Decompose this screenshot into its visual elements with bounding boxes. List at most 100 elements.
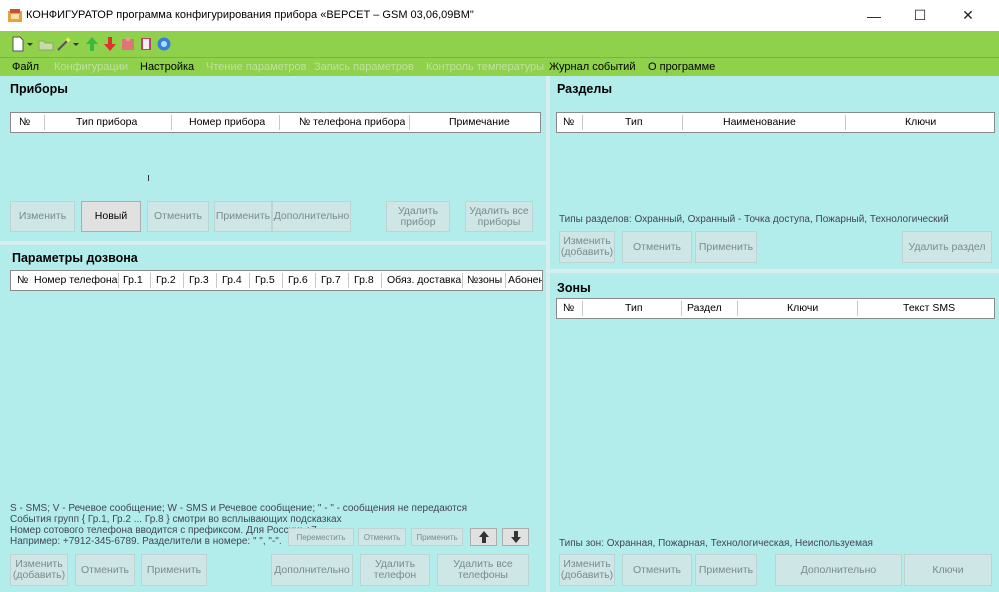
sections-panel: Разделы № Тип Наименование Ключи Типы ра… — [550, 76, 999, 269]
sections-apply-button[interactable]: Применить — [695, 231, 757, 263]
zones-table-header: № Тип Раздел Ключи Текст SMS — [556, 298, 995, 319]
minimize-button[interactable]: — — [851, 0, 897, 31]
menu-temperature-control[interactable]: Контроль температуры — [420, 58, 550, 76]
devices-apply-button[interactable]: Применить — [214, 201, 272, 232]
dial-panel: Параметры дозвона № Номер телефона Гр.1 … — [0, 245, 546, 592]
close-icon: ✕ — [962, 7, 974, 23]
col-number: № — [563, 116, 575, 128]
col-group-1: Гр.1 — [123, 274, 143, 286]
menu-settings[interactable]: Настройка — [134, 58, 200, 76]
dropdown-arrow-2-icon[interactable] — [72, 36, 80, 52]
col-keys: Ключи — [787, 302, 819, 314]
devices-cancel-button[interactable]: Отменить — [147, 201, 209, 232]
menu-bar: Файл Конфигурации Настройка Чтение парам… — [0, 58, 999, 76]
close-button[interactable]: ✕ — [945, 0, 991, 31]
minimize-icon: — — [867, 7, 881, 24]
arrow-up-icon — [478, 531, 489, 543]
menu-read-parameters[interactable]: Чтение параметров — [200, 58, 313, 76]
dial-apply-button[interactable]: Применить — [141, 554, 207, 586]
legend-line-1: S - SMS; V - Речевое сообщение; W - SMS … — [10, 503, 467, 514]
dropdown-arrow-icon[interactable] — [26, 36, 34, 52]
menu-write-parameters[interactable]: Запись параметров — [308, 58, 420, 76]
delete-section-button[interactable]: Удалить раздел — [902, 231, 992, 263]
devices-panel: Приборы № Тип прибора Номер прибора № те… — [0, 76, 546, 241]
col-phone-number: Номер телефона — [34, 274, 118, 286]
devices-edit-button[interactable]: Изменить — [10, 201, 75, 232]
zones-keys-button[interactable]: Ключи — [904, 554, 992, 586]
dial-cancel-button[interactable]: Отменить — [75, 554, 135, 586]
info-globe-icon[interactable] — [156, 36, 172, 52]
puzzle-icon[interactable] — [120, 36, 136, 52]
dial-table-header: № Номер телефона Гр.1 Гр.2 Гр.3 Гр.4 Гр.… — [10, 270, 543, 291]
col-group-4: Гр.4 — [222, 274, 242, 286]
devices-new-button[interactable]: Новый — [81, 201, 141, 232]
text-cursor — [148, 175, 149, 181]
dial-title: Параметры дозвона — [12, 251, 138, 265]
open-folder-icon[interactable] — [38, 36, 54, 52]
window-title: КОНФИГУРАТОР программа конфигурирования … — [26, 9, 474, 21]
menu-file[interactable]: Файл — [6, 58, 45, 76]
col-name: Наименование — [723, 116, 796, 128]
wand-icon[interactable] — [56, 36, 72, 52]
col-note: Примечание — [449, 116, 510, 128]
col-device-type: Тип прибора — [76, 116, 138, 128]
arrow-down-icon — [510, 531, 521, 543]
col-subscriber: Абонент — [508, 274, 542, 286]
legend-line-4: Например: +7912-345-6789. Разделители в … — [10, 536, 282, 547]
zones-cancel-button[interactable]: Отменить — [622, 554, 692, 586]
zones-more-button[interactable]: Дополнительно — [775, 554, 902, 586]
col-group-3: Гр.3 — [189, 274, 209, 286]
sections-table-header: № Тип Наименование Ключи — [556, 112, 995, 133]
download-arrow-icon[interactable] — [102, 36, 118, 52]
dial-small-cancel-button[interactable]: Отменить — [358, 528, 406, 546]
zones-title: Зоны — [557, 281, 591, 295]
col-type: Тип — [625, 302, 643, 314]
col-group-8: Гр.8 — [354, 274, 374, 286]
maximize-button[interactable]: ☐ — [897, 0, 943, 31]
menu-event-log[interactable]: Журнал событий — [543, 58, 641, 76]
col-number: № — [17, 274, 29, 286]
devices-table-header: № Тип прибора Номер прибора № телефона п… — [10, 112, 541, 133]
move-down-button[interactable] — [502, 528, 529, 546]
delete-all-phones-button[interactable]: Удалить все телефоны — [437, 554, 529, 586]
col-number: № — [563, 302, 575, 314]
upload-arrow-icon[interactable] — [84, 36, 100, 52]
sections-cancel-button[interactable]: Отменить — [622, 231, 692, 263]
devices-more-button[interactable]: Дополнительно — [272, 201, 351, 232]
delete-phone-button[interactable]: Удалить телефон — [360, 554, 430, 586]
menu-configurations[interactable]: Конфигурации — [48, 58, 134, 76]
col-device-number: Номер прибора — [189, 116, 266, 128]
col-delivery: Обяз. доставка — [387, 274, 462, 286]
sections-title: Разделы — [557, 82, 612, 96]
maximize-icon: ☐ — [913, 7, 927, 23]
col-number: № — [19, 116, 31, 128]
book-icon[interactable] — [138, 36, 154, 52]
col-device-phone: № телефона прибора — [299, 116, 406, 128]
zone-types-note: Типы зон: Охранная, Пожарная, Технологич… — [559, 538, 873, 549]
dial-edit-button[interactable]: Изменить (добавить) — [10, 554, 68, 586]
app-window: КОНФИГУРАТОР программа конфигурирования … — [0, 0, 999, 592]
legend-line-2: События групп { Гр.1, Гр.2 ... Гр.8 } см… — [10, 514, 342, 525]
legend-line-3: Номер сотового телефона вводится с префи… — [10, 525, 320, 536]
zones-apply-button[interactable]: Применить — [695, 554, 757, 586]
dial-more-button[interactable]: Дополнительно — [271, 554, 353, 586]
app-icon — [8, 9, 22, 22]
toolbar — [0, 31, 999, 58]
new-file-icon[interactable] — [10, 36, 26, 52]
move-up-button[interactable] — [470, 528, 497, 546]
col-zone-number: №зоны — [467, 274, 503, 286]
zones-panel: Зоны № Тип Раздел Ключи Текст SMS Типы з… — [550, 273, 999, 592]
move-button[interactable]: Переместить — [288, 528, 354, 546]
devices-title: Приборы — [10, 82, 68, 96]
sections-edit-button[interactable]: Изменить (добавить) — [559, 231, 615, 263]
col-keys: Ключи — [905, 116, 937, 128]
devices-delete-button[interactable]: Удалить прибор — [386, 201, 450, 232]
dial-small-apply-button[interactable]: Применить — [411, 528, 463, 546]
col-type: Тип — [625, 116, 643, 128]
col-group-7: Гр.7 — [321, 274, 341, 286]
title-bar: КОНФИГУРАТОР программа конфигурирования … — [0, 0, 999, 31]
col-group-5: Гр.5 — [255, 274, 275, 286]
menu-about[interactable]: О программе — [642, 58, 721, 76]
zones-edit-button[interactable]: Изменить (добавить) — [559, 554, 615, 586]
devices-delete-all-button[interactable]: Удалить все приборы — [465, 201, 533, 232]
